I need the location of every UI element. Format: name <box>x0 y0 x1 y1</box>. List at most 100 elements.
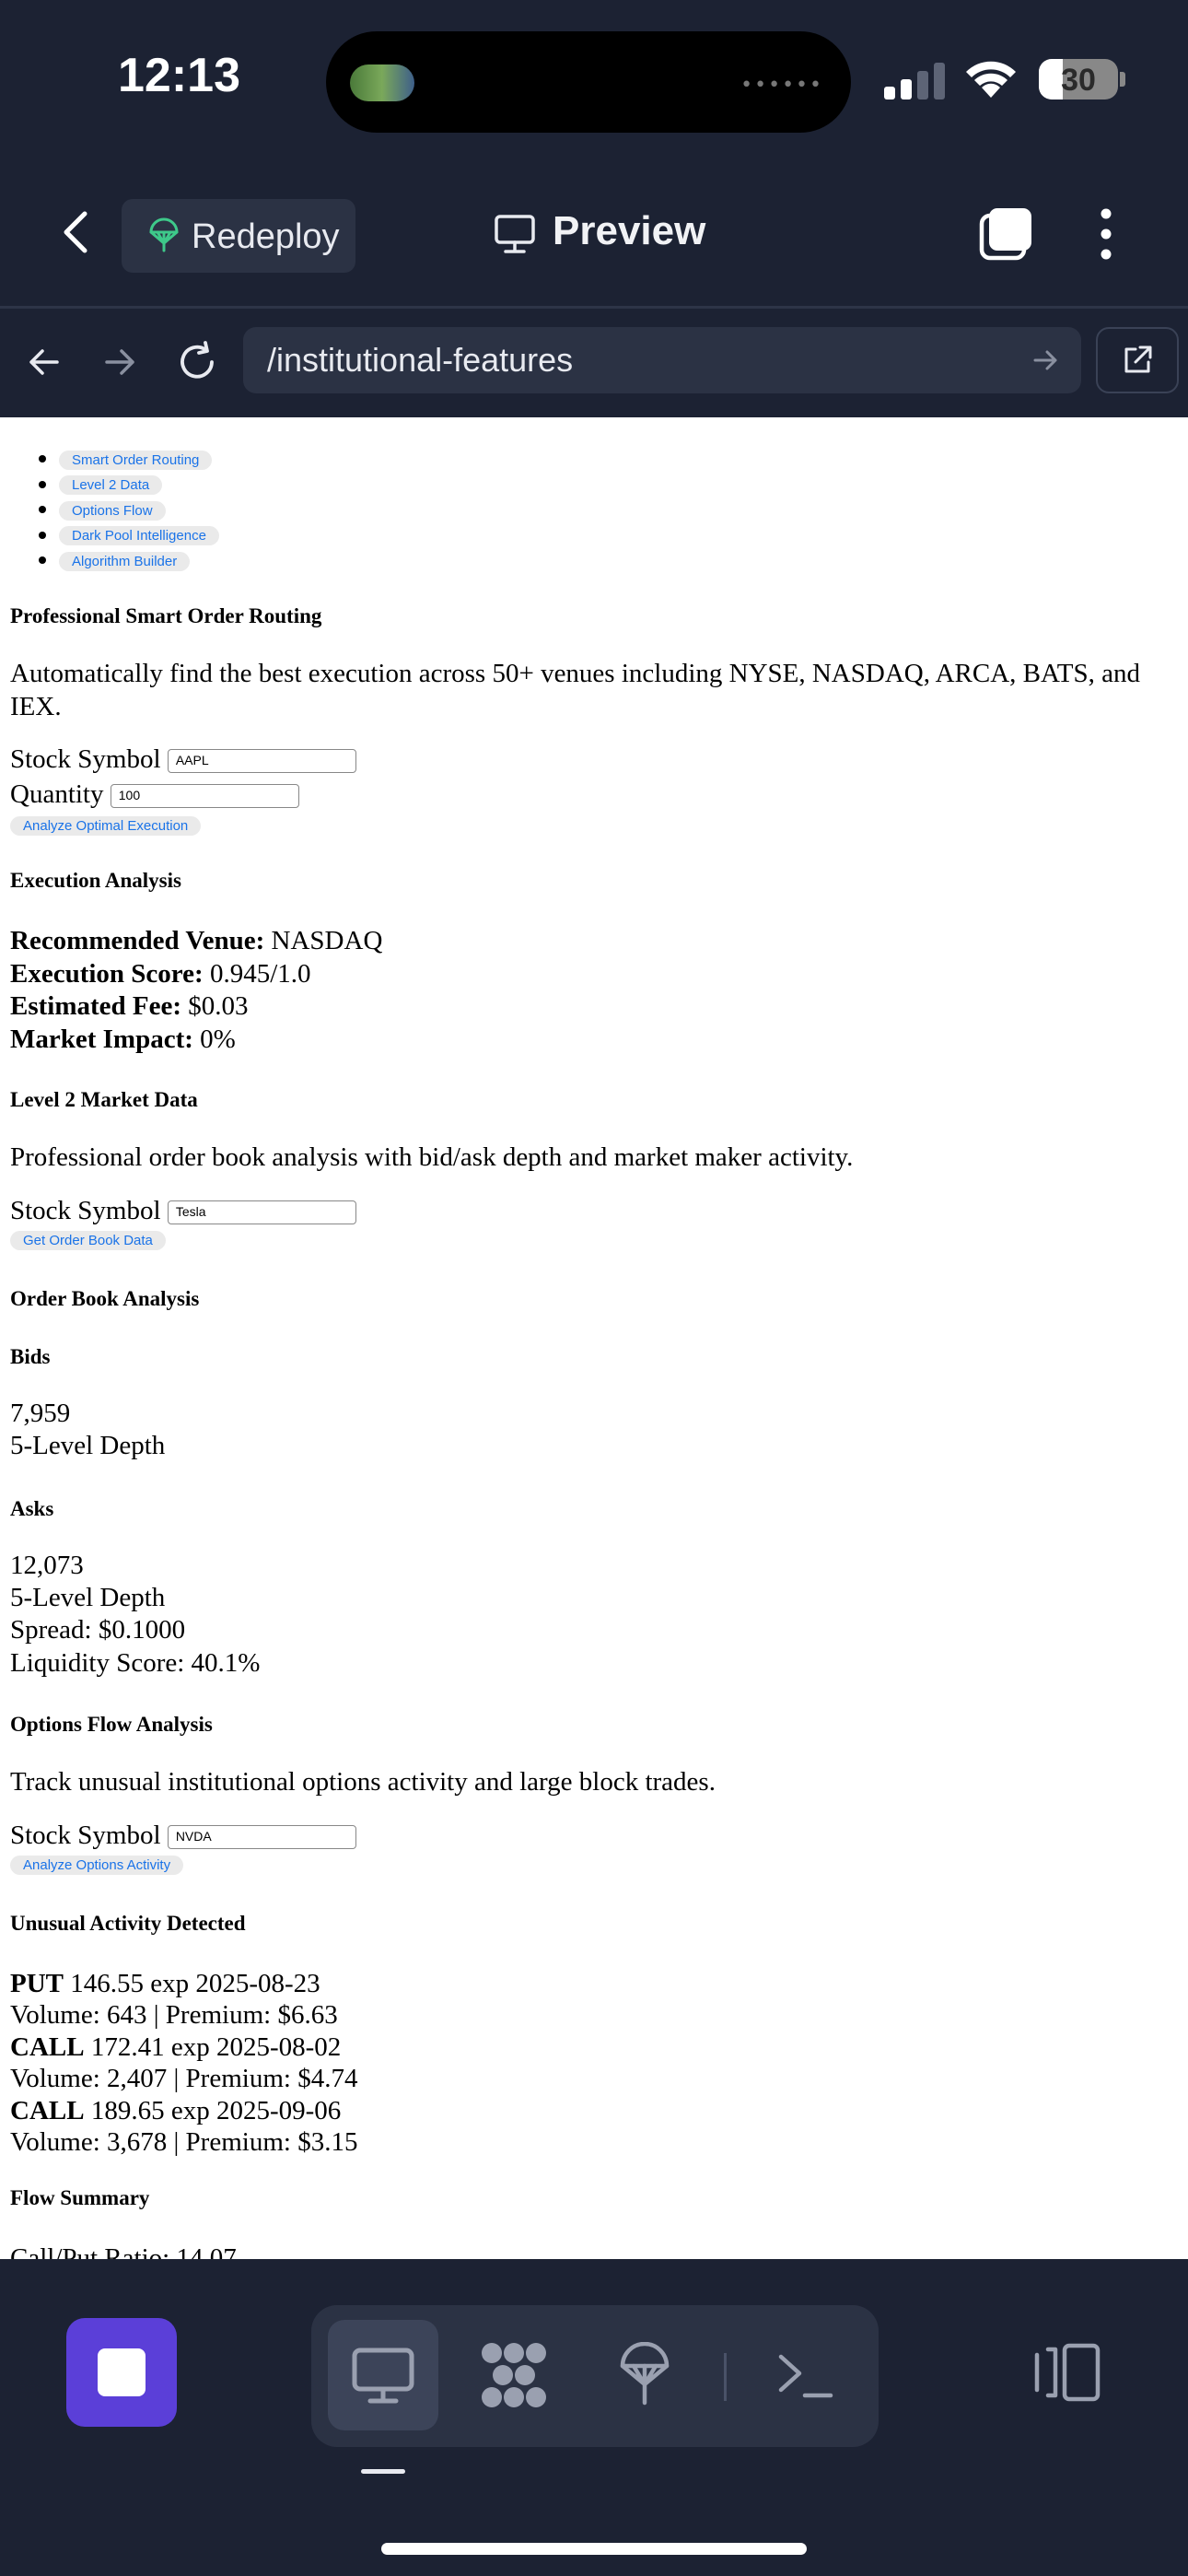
more-options-icon[interactable] <box>1092 206 1120 262</box>
nav-pill-smart-order-routing[interactable]: Smart Order Routing <box>59 450 213 470</box>
bottom-toolbar <box>0 2261 1188 2576</box>
venue-value: NASDAQ <box>271 926 383 955</box>
routing-quantity-input[interactable]: 100 <box>110 784 299 809</box>
web-preview: Smart Order Routing Level 2 Data Options… <box>0 417 1188 2259</box>
level2-description: Professional order book analysis with bi… <box>10 1142 854 1172</box>
execution-analysis-heading: Execution Analysis <box>10 869 181 892</box>
level2-symbol-row: Stock Symbol Tesla <box>10 1196 356 1226</box>
dynamic-island: •••••• <box>326 31 851 133</box>
workspace-toolbar <box>311 2305 879 2447</box>
arrow-left-icon[interactable] <box>26 344 63 381</box>
flow-summary-heading: Flow Summary <box>10 2186 150 2209</box>
fee-value: $0.03 <box>188 991 249 1021</box>
routing-description: Automatically find the best execution ac… <box>10 659 1140 721</box>
ellipsis-icon: •••••• <box>740 74 823 97</box>
terminal-icon[interactable] <box>777 2351 834 2401</box>
call-put-ratio: Call/Put Ratio: 14.07 <box>10 2243 237 2259</box>
home-indicator <box>381 2543 807 2555</box>
trade-stats: Volume: 3,678 | Premium: $3.15 <box>10 2127 358 2157</box>
nav-pill-dark-pool-intelligence[interactable]: Dark Pool Intelligence <box>59 526 219 546</box>
bids-depth: 5-Level Depth <box>10 1431 166 1460</box>
symbol-label: Stock Symbol <box>10 1821 161 1850</box>
liquidity-score: Liquidity Score: 40.1% <box>10 1648 261 1678</box>
trade-row: PUT 146.55 exp 2025-08-23 <box>10 1969 320 1999</box>
clock: 12:13 <box>118 49 240 102</box>
monitor-icon <box>352 2348 414 2404</box>
list-item: Options Flow <box>59 496 219 521</box>
trade-detail: 189.65 exp 2025-09-06 <box>90 2096 342 2125</box>
venue-row: Recommended Venue: NASDAQ <box>10 926 382 956</box>
score-row: Execution Score: 0.945/1.0 <box>10 959 311 989</box>
routing-symbol-row: Stock Symbol AAPL <box>10 744 356 775</box>
list-item: Level 2 Data <box>59 471 219 497</box>
nav-pill-algorithm-builder[interactable]: Algorithm Builder <box>59 551 191 571</box>
options-symbol-input[interactable]: NVDA <box>167 1825 356 1850</box>
active-tab-indicator <box>361 2469 405 2474</box>
trade-stats: Volume: 2,407 | Premium: $4.74 <box>10 2064 358 2093</box>
device-toggle-icon[interactable] <box>1031 2342 1101 2403</box>
spread-text: Spread: $0.1000 <box>10 1615 186 1645</box>
routing-heading: Professional Smart Order Routing <box>10 604 322 627</box>
routing-quantity-row: Quantity 100 <box>10 779 299 810</box>
stop-button[interactable] <box>66 2318 177 2427</box>
fee-label: Estimated Fee: <box>10 991 182 1021</box>
external-link-icon <box>1124 345 1152 373</box>
back-chevron-icon[interactable] <box>57 210 94 254</box>
analyze-execution-button[interactable]: Analyze Optimal Execution <box>10 816 202 836</box>
trade-type: PUT <box>10 1969 64 1998</box>
asks-depth: 5-Level Depth <box>10 1583 166 1612</box>
bids-heading: Bids <box>10 1345 51 1368</box>
list-item: Algorithm Builder <box>59 546 219 572</box>
symbol-label: Stock Symbol <box>10 1196 161 1225</box>
options-heading: Options Flow Analysis <box>10 1713 213 1736</box>
deploy-icon <box>149 217 179 252</box>
redeploy-button[interactable]: Redeploy <box>122 199 355 273</box>
order-book-heading: Order Book Analysis <box>10 1287 200 1310</box>
live-activity-thumbnail <box>350 64 414 101</box>
nav-pill-level-2-data[interactable]: Level 2 Data <box>59 475 163 496</box>
bids-value: 7,959 <box>10 1399 71 1428</box>
url-input[interactable]: /institutional-features <box>243 327 1081 393</box>
trade-row: CALL 172.41 exp 2025-08-02 <box>10 2032 341 2063</box>
reload-icon[interactable] <box>175 340 219 384</box>
trade-type: CALL <box>10 2096 85 2125</box>
nav-pill-options-flow[interactable]: Options Flow <box>59 500 166 521</box>
battery-level: 30 <box>1061 63 1096 98</box>
redeploy-label: Redeploy <box>192 217 340 256</box>
browser-url-bar: /institutional-features <box>0 309 1188 417</box>
files-grid-icon[interactable] <box>479 2340 549 2410</box>
asks-value: 12,073 <box>10 1551 84 1580</box>
level2-symbol-input[interactable]: Tesla <box>167 1200 356 1225</box>
preview-tool-button[interactable] <box>328 2320 438 2430</box>
level2-heading: Level 2 Market Data <box>10 1088 198 1111</box>
unusual-activity-heading: Unusual Activity Detected <box>10 1912 246 1935</box>
arrow-right-icon[interactable] <box>101 344 138 381</box>
tabs-icon[interactable] <box>978 206 1033 262</box>
url-text: /institutional-features <box>267 341 574 379</box>
go-arrow-icon[interactable] <box>1031 345 1061 375</box>
deploy-icon[interactable] <box>619 2342 670 2406</box>
fee-row: Estimated Fee: $0.03 <box>10 991 249 1022</box>
analyze-options-button[interactable]: Analyze Options Activity <box>10 1856 184 1875</box>
options-symbol-row: Stock Symbol NVDA <box>10 1821 356 1851</box>
cellular-signal-icon <box>884 63 945 100</box>
battery-tip <box>1120 72 1125 87</box>
trade-detail: 172.41 exp 2025-08-02 <box>90 2032 342 2062</box>
quantity-label: Quantity <box>10 779 104 809</box>
trade-stats: Volume: 643 | Premium: $6.63 <box>10 2000 338 2030</box>
symbol-label: Stock Symbol <box>10 744 161 774</box>
list-item: Smart Order Routing <box>59 445 219 471</box>
stop-icon <box>98 2348 146 2396</box>
trade-detail: 146.55 exp 2025-08-23 <box>70 1969 320 1998</box>
trade-row: CALL 189.65 exp 2025-09-06 <box>10 2096 341 2126</box>
options-description: Track unusual institutional options acti… <box>10 1767 716 1797</box>
trade-type: CALL <box>10 2032 85 2062</box>
routing-symbol-input[interactable]: AAPL <box>167 749 356 774</box>
toolbar-divider <box>724 2353 727 2401</box>
monitor-icon <box>495 215 535 253</box>
get-order-book-button[interactable]: Get Order Book Data <box>10 1231 166 1250</box>
impact-value: 0% <box>200 1025 236 1054</box>
feature-nav-list: Smart Order Routing Level 2 Data Options… <box>0 445 219 572</box>
list-item: Dark Pool Intelligence <box>59 521 219 547</box>
open-external-button[interactable] <box>1096 327 1179 393</box>
